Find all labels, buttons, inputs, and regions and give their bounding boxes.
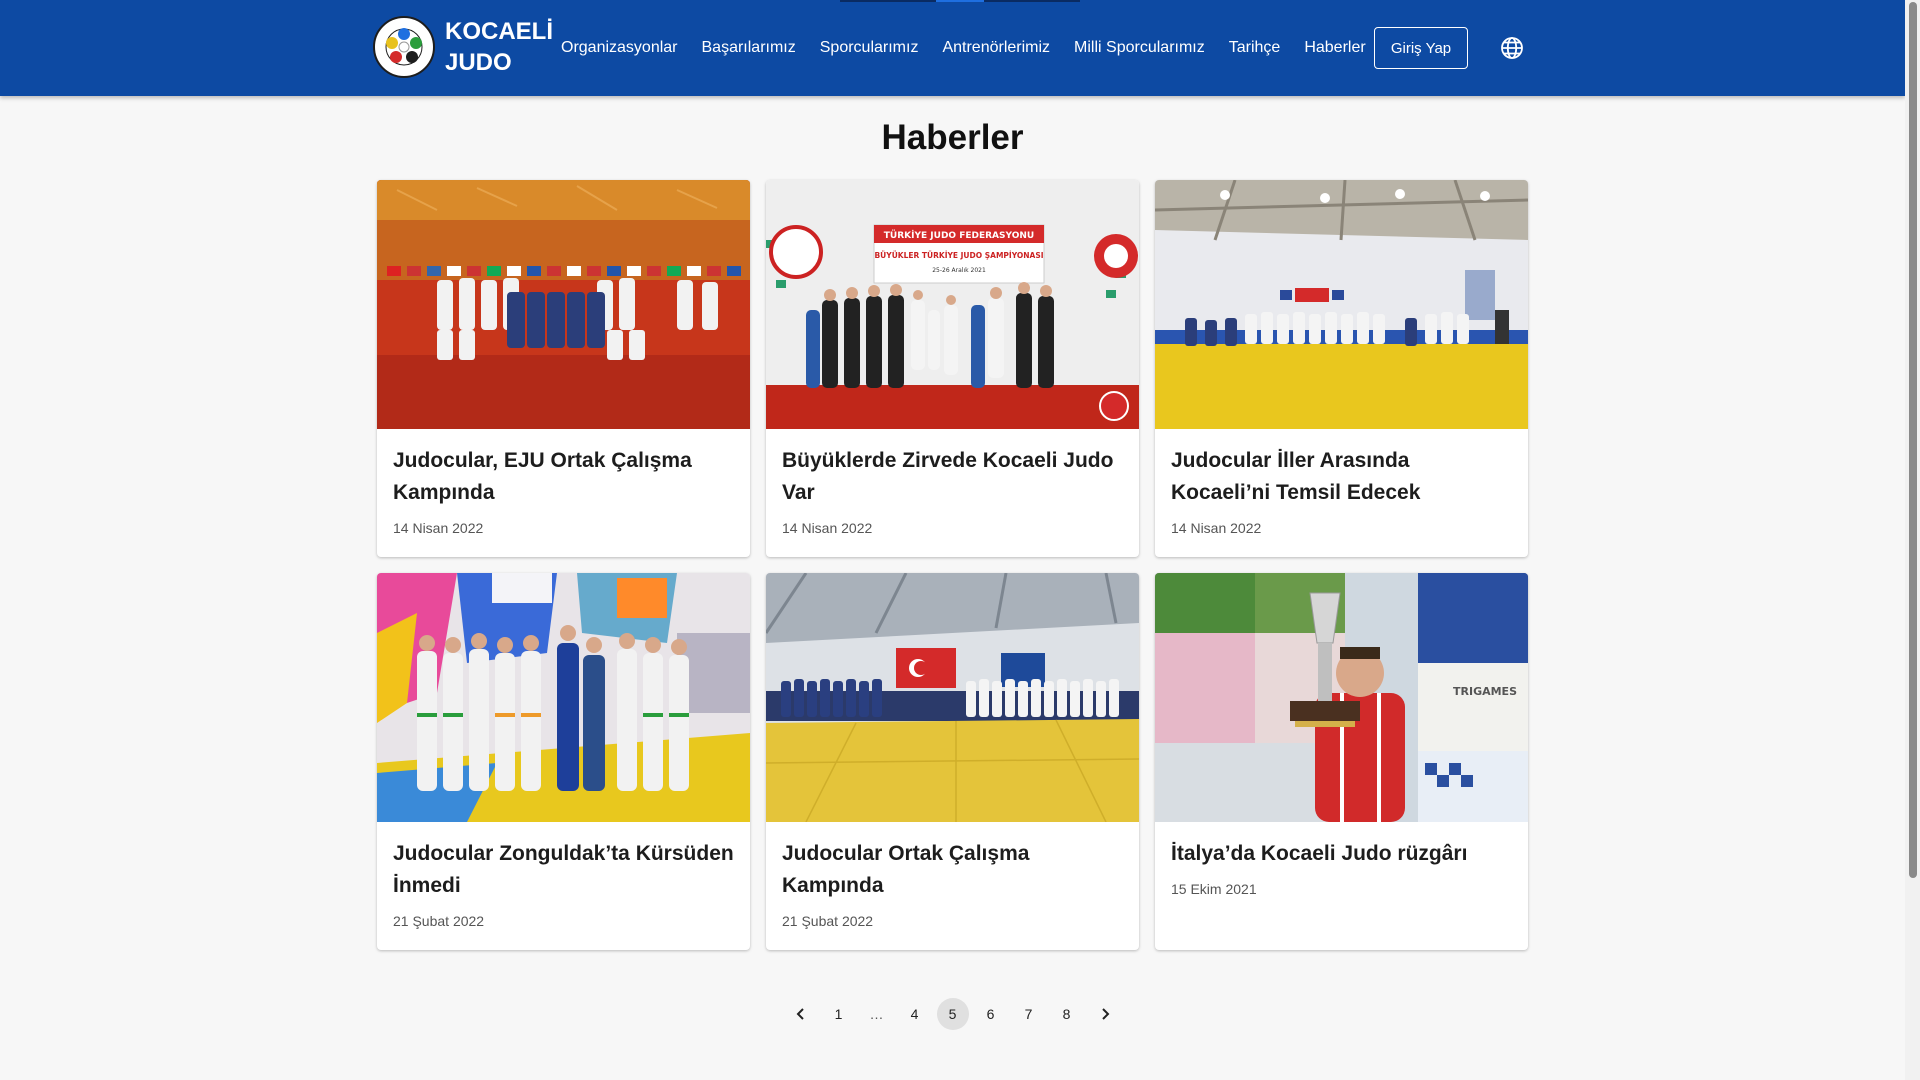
news-date: 14 Nisan 2022 <box>1171 520 1262 536</box>
news-date: 15 Ekim 2021 <box>1171 881 1257 897</box>
chevron-right-icon[interactable] <box>1089 998 1121 1030</box>
news-photo <box>766 573 1139 822</box>
news-date: 21 Şubat 2022 <box>393 913 485 929</box>
page-button-8[interactable]: 8 <box>1051 998 1083 1030</box>
news-date: 14 Nisan 2022 <box>782 520 873 536</box>
news-photo <box>377 180 750 429</box>
brand-line-1: KOCAELİ <box>445 18 553 45</box>
page-button-1[interactable]: 1 <box>823 998 855 1030</box>
trigames-text: TRIGAMES <box>1453 685 1517 698</box>
news-card[interactable]: Judocular İller Arasında Kocaeli’ni Tems… <box>1155 180 1528 557</box>
brand-line-2: JUDO <box>445 49 512 76</box>
page-button-4[interactable]: 4 <box>899 998 931 1030</box>
nav-item-sporcularimiz[interactable]: Sporcularımız <box>808 39 931 57</box>
banner-line-3: 25-26 Aralık 2021 <box>932 267 986 274</box>
news-photo: TRIGAMES <box>1155 573 1528 822</box>
news-photo: TÜRKİYE JUDO FEDERASYONU BÜYÜKLER TÜRKİY… <box>766 180 1139 429</box>
news-card[interactable]: TRIGAMES İtalya’da Kocaeli Judo rüzgârı … <box>1155 573 1528 950</box>
top-navbar: KOCAELİ JUDO Organizasyonlar Başarılarım… <box>0 0 1905 96</box>
brand-name: KOCAELİ JUDO <box>445 16 553 78</box>
news-title: Judocular İller Arasında Kocaeli’ni Tems… <box>1171 449 1421 504</box>
nav-item-organizasyonlar[interactable]: Organizasyonlar <box>549 39 690 57</box>
banner-line-2: BÜYÜKLER TÜRKİYE JUDO ŞAMPİYONASI <box>874 251 1043 260</box>
page-title: Haberler <box>881 118 1024 157</box>
news-title: İtalya’da Kocaeli Judo rüzgârı <box>1171 842 1468 865</box>
news-title: Judocular Zonguldak’ta Kürsüden İnmedi <box>393 842 734 897</box>
page-scrollbar[interactable] <box>1905 0 1920 1080</box>
scrollbar-thumb[interactable] <box>1909 2 1917 878</box>
news-grid: Judocular, EJU Ortak Çalışma Kampında 14… <box>377 180 1529 950</box>
news-card[interactable]: Judocular Ortak Çalışma Kampında 21 Şuba… <box>766 573 1139 950</box>
brand-link[interactable]: KOCAELİ JUDO <box>373 16 553 78</box>
nav-item-antrenorlerimiz[interactable]: Antrenörlerimiz <box>930 39 1062 57</box>
page-ellipsis: … <box>869 1006 884 1022</box>
page-button-5-current[interactable]: 5 <box>936 998 969 1030</box>
news-photo <box>1155 180 1528 429</box>
login-button[interactable]: Giriş Yap <box>1374 27 1468 69</box>
pagination: 1 … 4 5 6 7 8 <box>0 998 1905 1030</box>
globe-icon[interactable] <box>1500 36 1524 60</box>
news-title: Judocular Ortak Çalışma Kampında <box>782 842 1030 897</box>
club-logo <box>373 16 435 78</box>
nav-item-basarilarimiz[interactable]: Başarılarımız <box>690 39 808 57</box>
news-title: Judocular, EJU Ortak Çalışma Kampında <box>393 449 692 504</box>
news-card[interactable]: TÜRKİYE JUDO FEDERASYONU BÜYÜKLER TÜRKİY… <box>766 180 1139 557</box>
news-card[interactable]: Judocular, EJU Ortak Çalışma Kampında 14… <box>377 180 750 557</box>
page-button-6[interactable]: 6 <box>975 998 1007 1030</box>
nav-item-haberler[interactable]: Haberler <box>1292 39 1377 57</box>
chevron-left-icon[interactable] <box>785 998 817 1030</box>
news-card[interactable]: Judocular Zonguldak’ta Kürsüden İnmedi 2… <box>377 573 750 950</box>
page-button-7[interactable]: 7 <box>1013 998 1045 1030</box>
news-title: Büyüklerde Zirvede Kocaeli Judo Var <box>782 449 1114 504</box>
banner-line-1: TÜRKİYE JUDO FEDERASYONU <box>884 230 1034 241</box>
main-nav: Organizasyonlar Başarılarımız Sporcuları… <box>549 0 1378 96</box>
news-date: 14 Nisan 2022 <box>393 520 484 536</box>
nav-item-milli-sporcularimiz[interactable]: Milli Sporcularımız <box>1062 39 1217 57</box>
nav-item-tarihce[interactable]: Tarihçe <box>1217 39 1293 57</box>
news-date: 21 Şubat 2022 <box>782 913 874 929</box>
news-photo <box>377 573 750 822</box>
